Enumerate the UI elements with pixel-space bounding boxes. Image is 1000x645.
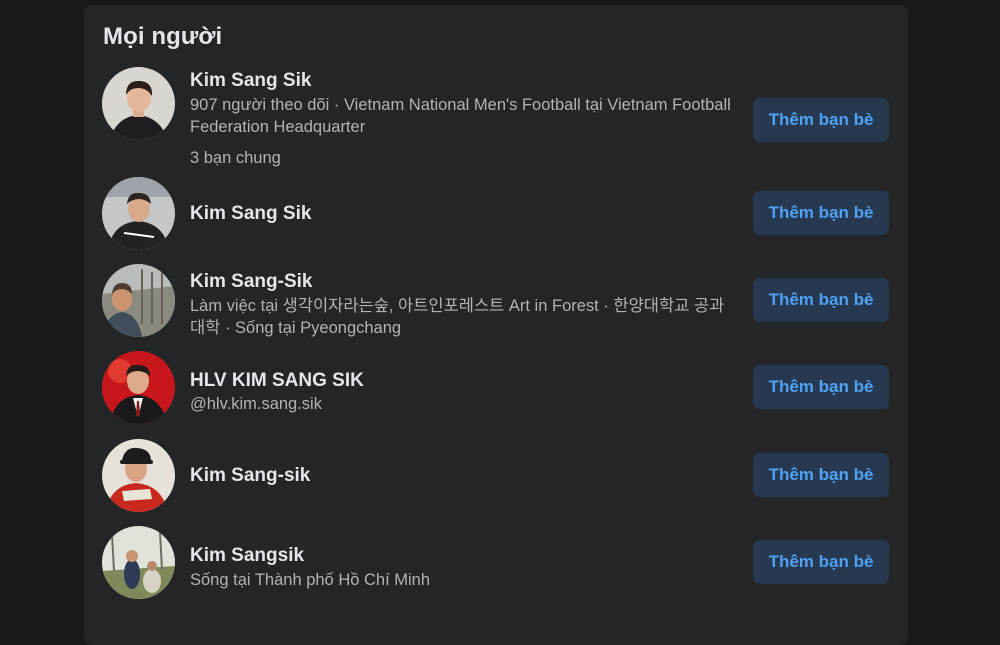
person-result-row[interactable]: HLV KIM SANG SIK @hlv.kim.sang.sik Thêm … — [102, 351, 890, 425]
profile-photo — [102, 67, 175, 140]
person-name[interactable]: Kim Sang Sik — [190, 202, 738, 226]
add-friend-button[interactable]: Thêm bạn bè — [753, 453, 889, 497]
person-name[interactable]: Kim Sang-sik — [190, 464, 738, 488]
add-friend-button[interactable]: Thêm bạn bè — [753, 98, 889, 142]
profile-avatar[interactable] — [102, 67, 175, 140]
person-name[interactable]: Kim Sang Sik — [190, 69, 738, 93]
person-result-row[interactable]: Kim Sang Sik 907 người theo dõi · Vietna… — [102, 67, 890, 177]
profile-photo — [102, 264, 175, 337]
mutual-friends[interactable]: 3 bạn chung — [190, 147, 738, 169]
person-result-row[interactable]: Kim Sangsik Sống tại Thành phố Hồ Chí Mi… — [102, 526, 890, 600]
people-search-results-panel: Mọi người Kim Sang Sik 907 người theo dõ… — [84, 5, 908, 645]
person-details: Sống tại Thành phố Hồ Chí Minh — [190, 571, 431, 589]
person-name[interactable]: Kim Sangsik — [190, 544, 738, 568]
person-name[interactable]: Kim Sang-Sik — [190, 270, 738, 294]
add-friend-button[interactable]: Thêm bạn bè — [753, 191, 889, 235]
person-result-row[interactable]: Kim Sang-sik Thêm bạn bè — [102, 439, 890, 513]
add-friend-button[interactable]: Thêm bạn bè — [753, 540, 889, 584]
person-result-row[interactable]: Kim Sang-Sik Làm việc tại 생각이자라는숲, 아트인포레… — [102, 264, 890, 338]
person-details: Làm việc tại 생각이자라는숲, 아트인포레스트 Art in For… — [190, 297, 725, 337]
person-details: @hlv.kim.sang.sik — [190, 395, 322, 413]
profile-photo — [102, 439, 175, 512]
profile-avatar[interactable] — [102, 526, 175, 599]
person-result-row[interactable]: Kim Sang Sik Thêm bạn bè — [102, 177, 890, 251]
add-friend-button[interactable]: Thêm bạn bè — [753, 365, 889, 409]
profile-photo — [102, 526, 175, 599]
person-details: 907 người theo dõi · Vietnam National Me… — [190, 96, 731, 136]
section-title: Mọi người — [103, 23, 223, 50]
profile-photo — [102, 351, 175, 424]
profile-avatar[interactable] — [102, 264, 175, 337]
profile-avatar[interactable] — [102, 177, 175, 250]
person-name[interactable]: HLV KIM SANG SIK — [190, 369, 738, 393]
profile-avatar[interactable] — [102, 351, 175, 424]
profile-avatar[interactable] — [102, 439, 175, 512]
add-friend-button[interactable]: Thêm bạn bè — [753, 278, 889, 322]
profile-photo — [102, 177, 175, 250]
